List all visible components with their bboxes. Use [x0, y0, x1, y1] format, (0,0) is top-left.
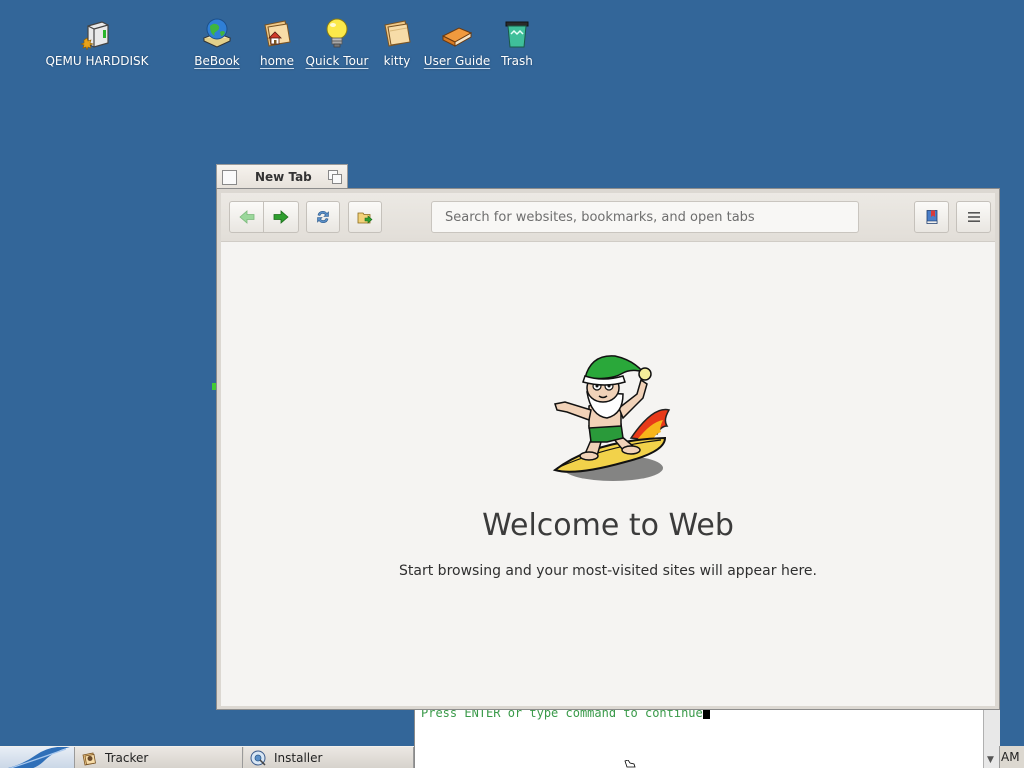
menu-button[interactable]	[956, 201, 991, 233]
desktop-icon-trash[interactable]: Trash	[467, 16, 567, 68]
window-resize-marker	[212, 383, 216, 390]
browser-content: Welcome to Web Start browsing and your m…	[221, 241, 995, 706]
welcome-title: Welcome to Web	[482, 508, 734, 543]
back-button[interactable]	[229, 201, 264, 233]
taskbar-item-label: Installer	[274, 751, 323, 765]
desktop-icon-label: Trash	[501, 54, 533, 68]
back-arrow-icon	[238, 210, 254, 224]
installer-icon	[250, 750, 266, 766]
hamburger-menu-icon	[967, 212, 980, 222]
window-title: New Tab	[255, 170, 312, 184]
taskbar-item-installer[interactable]: Installer	[244, 747, 414, 768]
clock[interactable]: AM	[999, 746, 1024, 768]
bookmark-icon	[926, 210, 937, 224]
surfing-gnome-mascot	[552, 355, 671, 481]
reload-icon	[317, 210, 329, 224]
taskbar-item-tracker[interactable]: Tracker	[75, 747, 243, 768]
desktop-icon-label: QEMU HARDDISK	[45, 54, 149, 68]
new-tab-icon	[357, 212, 373, 224]
leaf-menu-button[interactable]	[0, 747, 75, 768]
terminal-scrollbar[interactable]: ▼	[983, 700, 1000, 768]
browser-window: Welcome to Web Start browsing and your m…	[216, 188, 1000, 710]
terminal-window[interactable]: Press ENTER or type command to continue	[414, 700, 985, 768]
reload-button[interactable]	[306, 201, 340, 233]
desktop: QEMU HARDDISK BeBook home Quick Tour kit…	[0, 0, 1024, 768]
browser-toolbar	[221, 193, 995, 242]
taskbar-item-label: Tracker	[105, 751, 149, 765]
tracker-icon	[82, 752, 96, 766]
scroll-down-arrow-icon[interactable]: ▼	[987, 755, 994, 765]
forward-arrow-icon	[273, 210, 289, 224]
welcome-subtitle: Start browsing and your most-visited sit…	[399, 563, 817, 579]
trash-icon	[505, 21, 529, 48]
desktop-icon-qemu-harddisk[interactable]: QEMU HARDDISK	[45, 16, 149, 68]
window-close-button[interactable]	[222, 170, 237, 185]
harddisk-icon	[80, 21, 109, 50]
leaf-icon	[8, 747, 70, 768]
browser-window-tab[interactable]: New Tab	[216, 164, 348, 189]
deskbar: Tracker Installer	[0, 746, 414, 768]
search-input[interactable]	[431, 201, 859, 233]
forward-button[interactable]	[263, 201, 299, 233]
window-zoom-button[interactable]	[327, 169, 343, 185]
mouse-pointer-icon	[624, 760, 636, 768]
bookmarks-button[interactable]	[914, 201, 949, 233]
new-tab-button[interactable]	[348, 201, 382, 233]
